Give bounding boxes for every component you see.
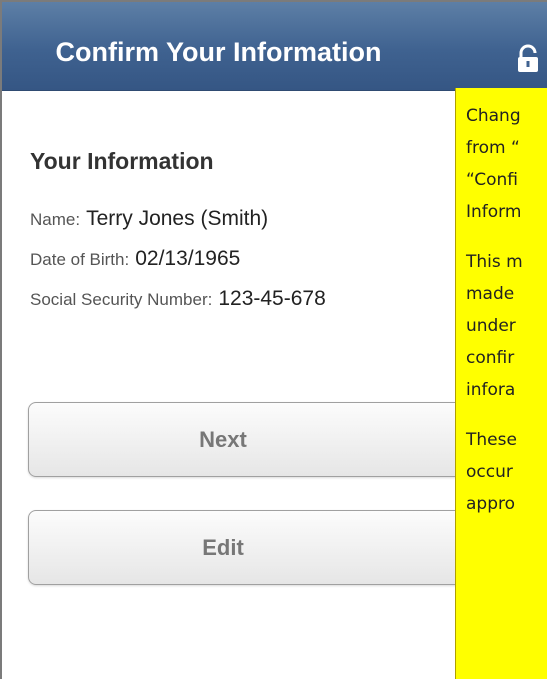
note-line: Chang <box>466 106 521 126</box>
app-header: Confirm Your Information <box>2 2 547 91</box>
annotation-note: Chang from “ “Confi Inform This m made u… <box>455 88 547 679</box>
name-value: Terry Jones (Smith) <box>86 207 269 230</box>
note-paragraph-2: This m made under confir infora <box>466 246 547 406</box>
note-paragraph-1: Chang from “ “Confi Inform <box>466 100 547 228</box>
note-line: appro <box>466 494 516 514</box>
dob-value: 02/13/1965 <box>135 247 241 270</box>
lock-icon <box>518 44 538 72</box>
note-line: This m <box>466 252 523 272</box>
dob-label: Date of Birth: <box>30 250 130 269</box>
note-paragraph-3: These occur appro <box>466 424 547 520</box>
note-line: “Confi <box>466 170 518 190</box>
note-line: made <box>466 284 515 304</box>
name-label: Name: <box>30 210 81 229</box>
note-line: These <box>466 430 517 450</box>
note-line: Inform <box>466 202 522 222</box>
note-line: occur <box>466 462 513 482</box>
note-line: confir <box>466 348 515 368</box>
ssn-label: Social Security Number: <box>30 290 213 309</box>
frame-left-border <box>0 0 2 679</box>
ssn-value: 123-45-678 <box>218 287 326 310</box>
note-line: under <box>466 316 516 336</box>
page-title: Confirm Your Information <box>55 37 382 67</box>
note-line: infora <box>466 380 516 400</box>
note-line: from “ <box>466 138 520 158</box>
